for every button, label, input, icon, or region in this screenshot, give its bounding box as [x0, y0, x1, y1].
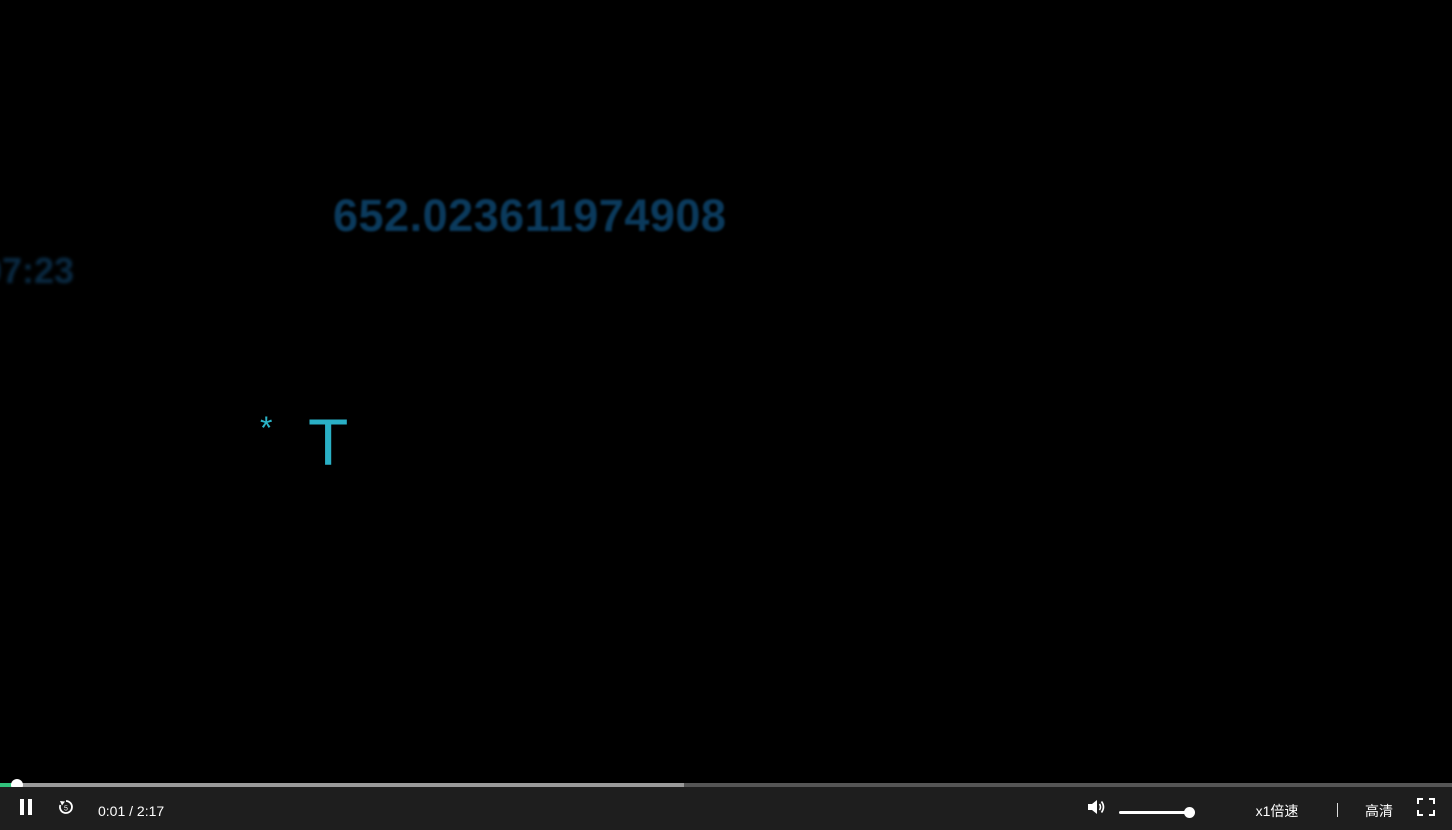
duration: 2:17 — [136, 803, 165, 819]
video-frame-star-text: * — [260, 410, 273, 446]
replay-icon: 5 — [57, 798, 75, 819]
control-bar: 5 0:01 / 2:17 x1倍速 高清 — [0, 787, 1452, 830]
svg-text:5: 5 — [64, 806, 68, 813]
playback-speed-button[interactable]: x1倍速 — [1248, 787, 1306, 830]
volume-button[interactable] — [1086, 787, 1108, 830]
quality-button[interactable]: 高清 — [1360, 787, 1398, 830]
current-time: 0:01 — [98, 803, 126, 819]
video-player[interactable]: 652.023611974908 07:23 * T 5 — [0, 0, 1452, 830]
time-separator: / — [125, 803, 137, 819]
fullscreen-icon — [1417, 798, 1435, 819]
time-display: 0:01 / 2:17 — [98, 787, 164, 830]
video-frame-letter-text: T — [308, 405, 349, 479]
video-frame-time-text: 07:23 — [0, 250, 75, 291]
replay-button[interactable]: 5 — [55, 787, 77, 830]
video-frame-number-text: 652.023611974908 — [333, 190, 727, 241]
video-frame[interactable]: 652.023611974908 07:23 * T — [0, 0, 1452, 783]
volume-icon — [1087, 798, 1107, 819]
volume-handle[interactable] — [1184, 807, 1195, 818]
control-divider — [1337, 803, 1338, 817]
pause-icon — [19, 798, 33, 819]
play-pause-button[interactable] — [14, 787, 38, 830]
volume-slider[interactable] — [1119, 807, 1195, 818]
fullscreen-button[interactable] — [1415, 787, 1437, 830]
